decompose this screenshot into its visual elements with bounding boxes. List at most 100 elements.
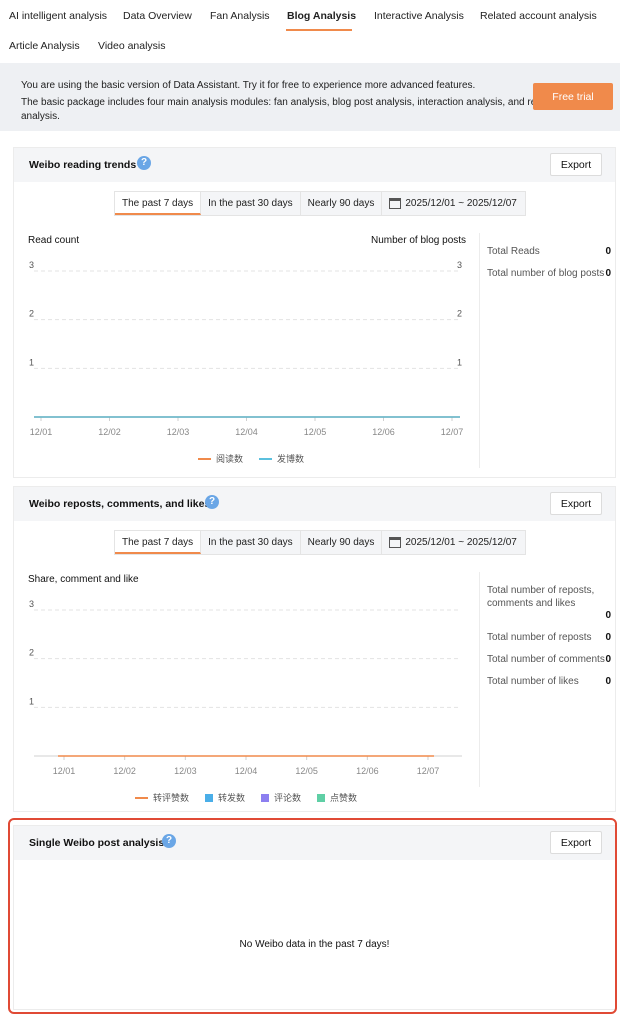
x-tick-label: 12/06 xyxy=(372,427,395,437)
stat-value: 0 xyxy=(605,676,611,687)
card-title: Weibo reading trends xyxy=(29,159,137,171)
range-past-30-days[interactable]: In the past 30 days xyxy=(201,531,301,554)
x-tick-label: 12/06 xyxy=(356,766,379,776)
reposts-comments-likes-card: Weibo reposts, comments, and likes ? Exp… xyxy=(13,486,616,812)
stat-label: Total number of blog posts xyxy=(487,268,605,279)
y-tick-label: 1 xyxy=(29,357,34,367)
export-button[interactable]: Export xyxy=(550,153,602,176)
help-icon[interactable]: ? xyxy=(137,156,151,170)
date-picker[interactable]: 2025/12/01 ~ 2025/12/07 xyxy=(382,531,525,554)
tab-ai-intelligent-analysis[interactable]: AI intelligent analysis xyxy=(9,10,107,22)
stat-total-likes: Total number of likes 0 xyxy=(487,675,611,688)
x-tick-label: 12/03 xyxy=(167,427,190,437)
date-range-selector: The past 7 days In the past 30 days Near… xyxy=(114,191,526,216)
date-range-text: 2025/12/01 ~ 2025/12/07 xyxy=(405,198,517,209)
range-past-30-days[interactable]: In the past 30 days xyxy=(201,192,301,215)
x-tick-label: 12/04 xyxy=(235,766,258,776)
legend-label: 阅读数 xyxy=(216,454,244,464)
y2-tick-label: 1 xyxy=(457,357,462,367)
stat-value: 0 xyxy=(605,268,611,279)
stat-total-reposts-comments-likes: Total number of reposts, comments and li… xyxy=(487,584,611,621)
x-tick-label: 12/04 xyxy=(235,427,258,437)
tab-data-overview[interactable]: Data Overview xyxy=(123,10,192,22)
legend-item-repost-comment-like[interactable]: 转评赞数 xyxy=(135,791,189,804)
x-tick-label: 12/02 xyxy=(98,427,121,437)
legend-label: 发博数 xyxy=(277,454,305,464)
calendar-icon xyxy=(389,537,402,548)
empty-state-message: No Weibo data in the past 7 days! xyxy=(239,939,390,950)
tab-related-account-analysis[interactable]: Related account analysis xyxy=(480,10,597,22)
stat-value: 0 xyxy=(605,632,611,643)
x-tick-label: 12/05 xyxy=(304,427,327,437)
free-trial-button[interactable]: Free trial xyxy=(533,83,613,110)
stat-value: 0 xyxy=(605,654,611,665)
x-tick-label: 12/01 xyxy=(53,766,76,776)
x-tick-label: 12/05 xyxy=(295,766,318,776)
tab-article-analysis[interactable]: Article Analysis xyxy=(9,40,80,52)
legend-item-posts[interactable]: 发博数 xyxy=(259,452,304,465)
legend-swatch xyxy=(261,793,270,802)
tab-video-analysis[interactable]: Video analysis xyxy=(98,40,166,52)
x-tick-label: 12/01 xyxy=(30,427,53,437)
y-tick-label: 2 xyxy=(29,648,34,658)
range-past-7-days[interactable]: The past 7 days xyxy=(115,192,202,215)
legend-label: 转发数 xyxy=(218,793,246,803)
x-tick-label: 12/07 xyxy=(441,427,464,437)
legend-item-reads[interactable]: 阅读数 xyxy=(198,452,243,465)
legend-swatch xyxy=(135,796,148,799)
reading-trends-chart: 1 2 3 1 2 3 12/01 12/02 12/03 12/04 12/05 12/06 12/0… xyxy=(29,260,464,437)
export-button[interactable]: Export xyxy=(550,831,602,854)
banner-line-2: The basic package includes four main ana… xyxy=(21,97,533,108)
legend-item-comments[interactable]: 评论数 xyxy=(261,791,301,804)
date-picker[interactable]: 2025/12/01 ~ 2025/12/07 xyxy=(382,192,525,215)
y-tick-label: 2 xyxy=(29,309,34,319)
y-tick-label: 3 xyxy=(29,599,34,609)
upgrade-banner: You are using the basic version of Data … xyxy=(0,63,620,131)
stat-label: Total number of comments xyxy=(487,654,605,665)
legend-item-likes[interactable]: 点赞数 xyxy=(317,791,357,804)
x-tick-label: 12/02 xyxy=(113,766,136,776)
stat-total-reposts: Total number of reposts 0 xyxy=(487,631,611,644)
range-nearly-90-days[interactable]: Nearly 90 days xyxy=(301,531,383,554)
tab-blog-analysis[interactable]: Blog Analysis xyxy=(287,10,356,22)
calendar-icon xyxy=(389,198,402,209)
reading-trends-card: Weibo reading trends ? Export The past 7… xyxy=(13,147,616,478)
date-range-text: 2025/12/01 ~ 2025/12/07 xyxy=(405,537,517,548)
range-past-7-days[interactable]: The past 7 days xyxy=(115,531,202,554)
stat-total-reads: Total Reads 0 xyxy=(487,245,611,258)
banner-line-1: You are using the basic version of Data … xyxy=(21,80,476,91)
export-button[interactable]: Export xyxy=(550,492,602,515)
divider xyxy=(479,572,480,787)
active-tab-indicator xyxy=(286,29,352,31)
y2-tick-label: 3 xyxy=(457,260,462,270)
stat-label: Total number of likes xyxy=(487,676,579,687)
legend-item-reposts[interactable]: 转发数 xyxy=(205,791,245,804)
stat-total-comments: Total number of comments 0 xyxy=(487,653,611,666)
help-icon[interactable]: ? xyxy=(205,495,219,509)
range-nearly-90-days[interactable]: Nearly 90 days xyxy=(301,192,383,215)
chart-legend: 阅读数 发博数 xyxy=(198,452,304,465)
stat-total-blog-posts: Total number of blog posts 0 xyxy=(487,267,611,280)
y-axis-title: Share, comment and like xyxy=(28,574,139,585)
x-tick-label: 12/07 xyxy=(417,766,440,776)
y-tick-label: 3 xyxy=(29,260,34,270)
card-title: Single Weibo post analysis xyxy=(29,837,165,849)
tab-fan-analysis[interactable]: Fan Analysis xyxy=(210,10,270,22)
top-nav: AI intelligent analysis Data Overview Fa… xyxy=(0,0,620,62)
legend-swatch xyxy=(198,457,211,460)
reposts-comments-likes-chart: 1 2 3 12/01 12/02 12/03 12/04 12/05 12/06 12/07 xyxy=(29,599,462,776)
card-header: Weibo reading trends ? Export xyxy=(14,148,615,182)
x-tick-label: 12/03 xyxy=(174,766,197,776)
legend-swatch xyxy=(205,793,214,802)
card-title: Weibo reposts, comments, and likes xyxy=(29,498,211,510)
stat-value: 0 xyxy=(605,246,611,257)
card-header: Weibo reposts, comments, and likes ? Exp… xyxy=(14,487,615,521)
stat-label: Total number of reposts xyxy=(487,632,592,643)
stat-value: 0 xyxy=(605,610,611,621)
divider xyxy=(479,233,480,468)
help-icon[interactable]: ? xyxy=(162,834,176,848)
card-header: Single Weibo post analysis ? Export xyxy=(14,826,615,860)
tab-interactive-analysis[interactable]: Interactive Analysis xyxy=(374,10,464,22)
legend-label: 评论数 xyxy=(274,793,302,803)
chart-legend: 转评赞数 转发数 评论数 点赞数 xyxy=(135,791,357,804)
